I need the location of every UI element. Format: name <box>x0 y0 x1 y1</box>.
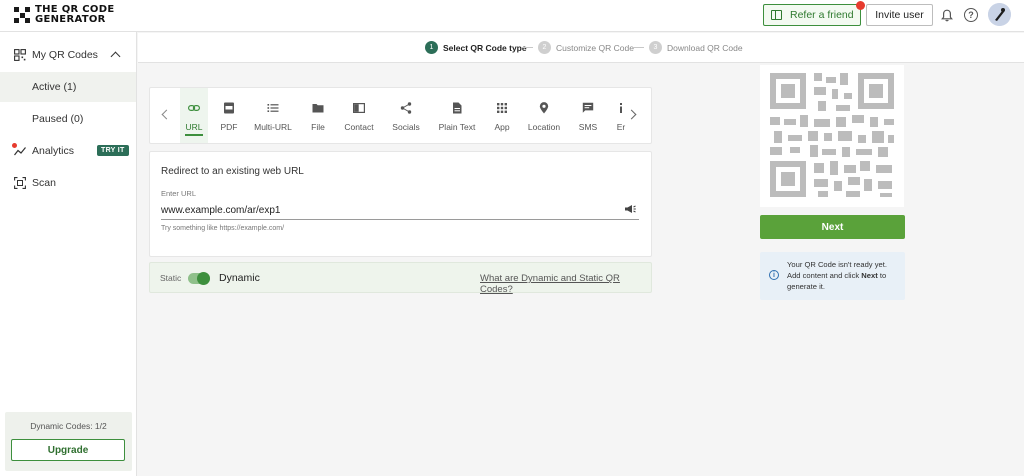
type-label: Multi-URL <box>254 122 292 132</box>
invite-user-button[interactable]: Invite user <box>866 4 933 26</box>
type-label: URL <box>185 122 203 136</box>
info-icon: i <box>769 270 779 280</box>
sidebar-item-analytics[interactable]: Analytics TRY IT <box>0 136 136 166</box>
type-label: App <box>494 122 510 132</box>
url-field-label: Enter URL <box>161 189 197 198</box>
upgrade-button[interactable]: Upgrade <box>11 439 125 461</box>
type-socials[interactable]: Socials <box>388 88 424 143</box>
qr-code-placeholder-icon <box>770 73 894 197</box>
step-label: Download QR Code <box>667 42 743 53</box>
help-icon[interactable]: ? <box>964 8 978 22</box>
try-it-badge: TRY IT <box>97 145 129 156</box>
avatar[interactable] <box>988 3 1011 26</box>
step-number: 1 <box>425 41 438 54</box>
url-form-title: Redirect to an existing web URL <box>161 166 304 177</box>
type-contact[interactable]: Contact <box>340 88 378 143</box>
bell-icon[interactable] <box>941 9 953 22</box>
next-button[interactable]: Next <box>760 215 905 239</box>
top-header: THE QR CODE GENERATOR Refer a friend Inv… <box>0 0 1024 32</box>
type-location[interactable]: Location <box>524 88 564 143</box>
url-input[interactable] <box>161 202 639 220</box>
user-avatar-image <box>988 3 1011 26</box>
link-icon <box>188 104 200 112</box>
type-app[interactable]: App <box>488 88 516 143</box>
step-label: Select QR Code type <box>443 42 527 53</box>
qr-grid-icon <box>14 49 26 61</box>
location-pin-icon <box>539 102 549 114</box>
static-label: Static <box>160 273 182 283</box>
step-number: 3 <box>649 41 662 54</box>
sidebar: My QR Codes Active (1) Paused (0) Analyt… <box>0 32 137 476</box>
type-file[interactable]: File <box>304 88 332 143</box>
chevron-up-icon[interactable] <box>110 51 121 62</box>
dynamic-toggle[interactable] <box>188 272 210 285</box>
dynamic-static-info-link[interactable]: What are Dynamic and Static QR Codes? <box>480 273 651 295</box>
step-download: 3 Download QR Code <box>649 41 743 54</box>
qr-logo-icon <box>14 7 30 23</box>
notification-dot <box>856 1 865 10</box>
step-number: 2 <box>538 41 551 54</box>
type-url[interactable]: URL <box>180 88 208 143</box>
type-label: Location <box>527 122 561 132</box>
sidebar-item-my-qr-codes[interactable]: My QR Codes <box>0 40 136 70</box>
gift-icon <box>771 10 782 20</box>
dynamic-codes-box: Dynamic Codes: 1/2 Upgrade <box>5 412 132 471</box>
list-icon <box>267 104 279 112</box>
url-form-card: Redirect to an existing web URL Enter UR… <box>149 151 652 257</box>
step-label: Customize QR Code <box>556 42 634 53</box>
info-message: Your QR Code isn't ready yet. Add conten… <box>787 260 887 291</box>
sidebar-item-label: My QR Codes <box>32 49 98 61</box>
sidebar-item-paused[interactable]: Paused (0) <box>0 104 136 134</box>
step-select-type: 1 Select QR Code type <box>425 41 527 54</box>
type-label: File <box>311 122 325 132</box>
document-icon <box>453 102 462 114</box>
dynamic-codes-count: Dynamic Codes: 1/2 <box>30 421 107 431</box>
type-label: Er <box>616 122 626 132</box>
type-label: Plain Text <box>438 122 476 132</box>
folder-icon <box>312 104 324 113</box>
sidebar-item-label: Active (1) <box>32 81 77 93</box>
logo[interactable]: THE QR CODE GENERATOR <box>14 5 114 25</box>
refer-friend-button[interactable]: Refer a friend <box>763 1 865 26</box>
sidebar-item-label: Analytics <box>32 145 75 157</box>
sidebar-item-active[interactable]: Active (1) <box>0 72 136 102</box>
stepper: 1 Select QR Code type 2 Customize QR Cod… <box>138 33 1024 63</box>
pdf-icon <box>224 102 234 114</box>
toggle-knob <box>197 272 210 285</box>
logo-text: THE QR CODE GENERATOR <box>35 4 115 25</box>
message-icon <box>582 102 594 113</box>
share-icon <box>400 102 412 114</box>
step-connector <box>521 47 533 48</box>
app-grid-icon <box>497 103 507 113</box>
sidebar-item-scan[interactable]: Scan <box>0 168 136 198</box>
megaphone-icon[interactable] <box>624 204 636 214</box>
type-label: Contact <box>344 122 374 132</box>
qr-preview <box>760 65 904 207</box>
notification-dot <box>12 143 17 148</box>
contact-card-icon <box>353 103 365 114</box>
type-plain-text[interactable]: Plain Text <box>434 88 480 143</box>
type-sms[interactable]: SMS <box>574 88 602 143</box>
info-box: i Your QR Code isn't ready yet. Add cont… <box>760 252 905 300</box>
mode-bar: Static Dynamic What are Dynamic and Stat… <box>149 262 652 295</box>
sidebar-item-label: Paused (0) <box>32 113 84 125</box>
sidebar-item-label: Scan <box>32 177 56 189</box>
step-customize: 2 Customize QR Code <box>538 41 634 54</box>
url-hint: Try something like https://example.com/ <box>161 225 285 232</box>
type-label: SMS <box>578 122 598 132</box>
type-label: Socials <box>392 122 420 132</box>
qr-type-selector: URL PDF Multi-URL File Contact Socials P… <box>149 87 652 144</box>
type-multi-url[interactable]: Multi-URL <box>250 88 296 143</box>
scan-icon <box>14 177 26 189</box>
type-pdf[interactable]: PDF <box>214 88 244 143</box>
refer-label: Refer a friend <box>790 9 854 21</box>
dynamic-label: Dynamic <box>219 272 260 284</box>
type-label: PDF <box>220 122 238 132</box>
info-icon <box>620 103 622 113</box>
step-connector <box>632 47 644 48</box>
